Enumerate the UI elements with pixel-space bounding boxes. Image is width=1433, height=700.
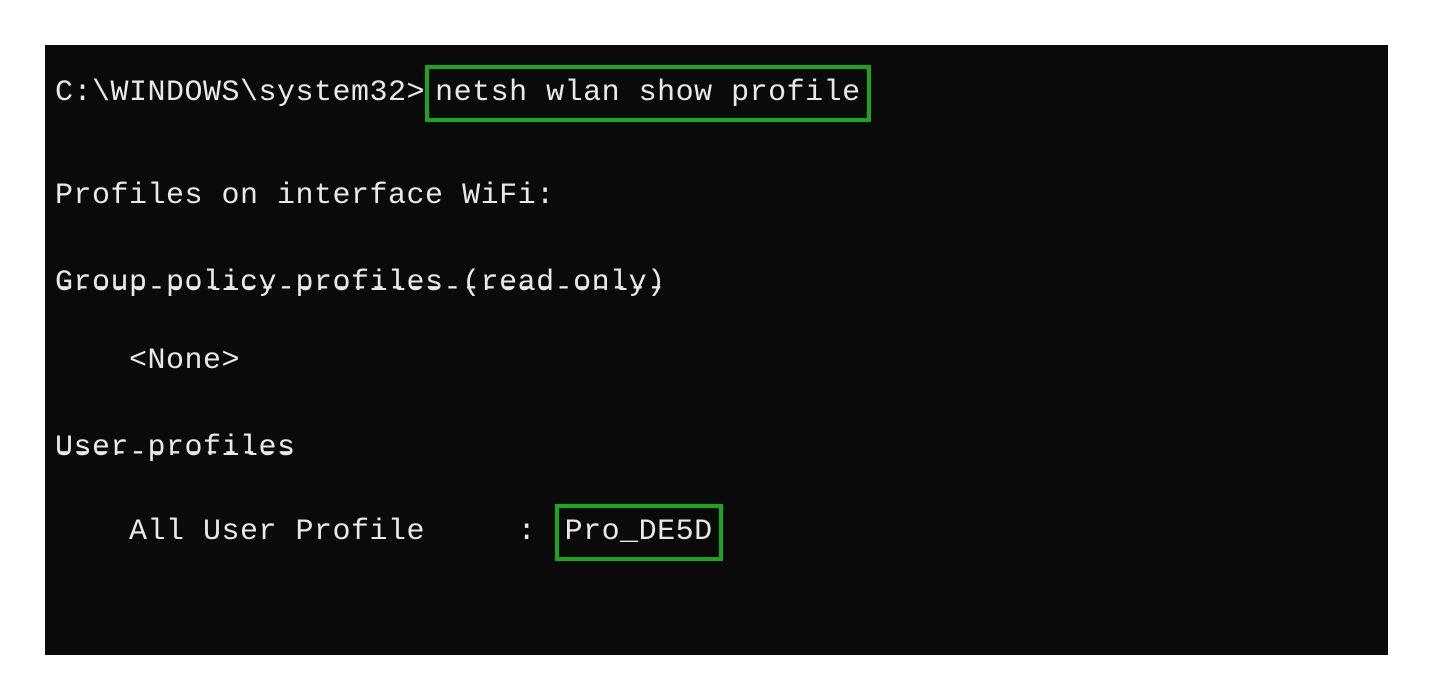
user-profiles-dashes: -------------	[55, 431, 1378, 476]
all-user-profile-label: All User Profile :	[55, 515, 555, 549]
command-highlight: netsh wlan show profile	[425, 65, 871, 122]
prompt: C:\WINDOWS\system32>	[55, 76, 425, 110]
command-line: C:\WINDOWS\system32>netsh wlan show prof…	[55, 65, 1378, 122]
profile-name-highlight: Pro_DE5D	[555, 504, 723, 561]
group-policy-dashes: ---------------------------------	[55, 266, 1378, 311]
terminal-window[interactable]: C:\WINDOWS\system32>netsh wlan show prof…	[45, 45, 1388, 655]
all-user-profile-line: All User Profile : Pro_DE5D	[55, 504, 1378, 561]
profiles-header: Profiles on interface WiFi:	[55, 174, 1378, 219]
group-policy-value: <None>	[55, 339, 1378, 384]
